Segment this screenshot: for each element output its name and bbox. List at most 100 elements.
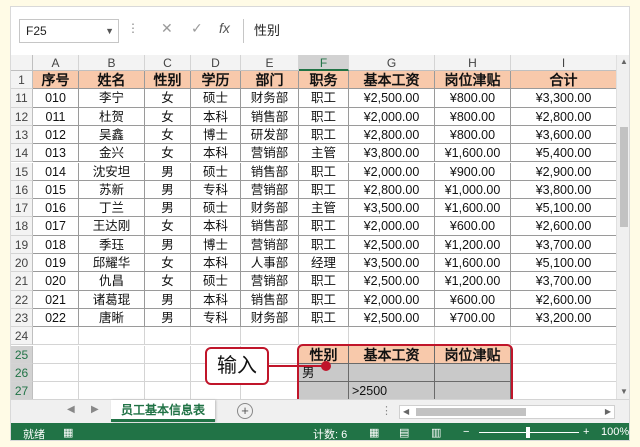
table-cell[interactable]: 财务部 <box>241 199 299 218</box>
column-header-h[interactable]: H <box>435 55 511 71</box>
prev-sheet-icon[interactable]: ◀ <box>67 404 75 415</box>
empty-cell[interactable] <box>191 327 241 346</box>
zoom-slider-knob[interactable] <box>526 427 530 438</box>
table-cell[interactable]: 硕士 <box>191 272 241 291</box>
row-header-1[interactable]: 1 <box>11 71 33 90</box>
table-cell[interactable]: 职工 <box>299 180 349 200</box>
row-header-20[interactable]: 20 <box>11 254 33 273</box>
table-cell[interactable]: 销售部 <box>241 217 299 236</box>
table-cell[interactable]: 职工 <box>299 308 349 328</box>
table-cell[interactable]: 男 <box>145 290 191 309</box>
table-cell[interactable]: ¥3,500.00 <box>349 199 435 218</box>
table-cell[interactable]: ¥2,800.00 <box>511 107 617 126</box>
empty-cell[interactable] <box>33 327 79 346</box>
zoom-level[interactable]: 100% <box>601 426 629 438</box>
table-cell[interactable]: 杜贺 <box>79 107 145 126</box>
table-cell[interactable]: 职工 <box>299 217 349 236</box>
header-cell[interactable]: 性别 <box>145 71 191 90</box>
table-cell[interactable]: 经理 <box>299 254 349 273</box>
table-cell[interactable]: 金兴 <box>79 144 145 163</box>
table-cell[interactable]: 邱耀华 <box>79 254 145 273</box>
table-cell[interactable]: 苏新 <box>79 180 145 200</box>
table-cell[interactable]: ¥2,500.00 <box>349 272 435 291</box>
table-cell[interactable]: 职工 <box>299 89 349 108</box>
table-cell[interactable]: 丁兰 <box>79 199 145 218</box>
table-cell[interactable]: 本科 <box>191 254 241 273</box>
table-cell[interactable]: ¥2,900.00 <box>511 162 617 181</box>
table-cell[interactable]: ¥2,600.00 <box>511 217 617 236</box>
table-cell[interactable]: ¥2,000.00 <box>349 217 435 236</box>
table-cell[interactable]: 本科 <box>191 144 241 163</box>
table-cell[interactable]: 本科 <box>191 217 241 236</box>
column-header-a[interactable]: A <box>33 55 79 71</box>
table-cell[interactable]: ¥1,200.00 <box>435 272 511 291</box>
table-cell[interactable]: 男 <box>145 180 191 200</box>
select-all-corner[interactable] <box>11 55 33 71</box>
chevron-down-icon[interactable]: ▼ <box>105 20 114 42</box>
table-cell[interactable]: 本科 <box>191 290 241 309</box>
horizontal-scrollbar[interactable]: ◀ ▶ <box>399 405 615 419</box>
table-cell[interactable]: 硕士 <box>191 89 241 108</box>
table-cell[interactable]: ¥2,600.00 <box>511 290 617 309</box>
table-cell[interactable]: ¥3,700.00 <box>511 272 617 291</box>
table-cell[interactable]: ¥600.00 <box>435 290 511 309</box>
table-cell[interactable]: 女 <box>145 107 191 126</box>
table-cell[interactable]: ¥5,100.00 <box>511 254 617 273</box>
table-cell[interactable]: 013 <box>33 144 79 163</box>
scroll-down-icon[interactable]: ▼ <box>617 385 629 399</box>
table-cell[interactable]: 015 <box>33 180 79 200</box>
table-cell[interactable]: ¥1,600.00 <box>435 254 511 273</box>
table-cell[interactable]: 018 <box>33 235 79 254</box>
row-header-18[interactable]: 18 <box>11 217 33 236</box>
table-cell[interactable]: 021 <box>33 290 79 309</box>
table-cell[interactable]: 沈安坦 <box>79 162 145 181</box>
header-cell[interactable]: 学历 <box>191 71 241 90</box>
table-cell[interactable]: 研发部 <box>241 125 299 145</box>
row-header-16[interactable]: 16 <box>11 180 33 200</box>
table-cell[interactable]: 职工 <box>299 290 349 309</box>
insert-function-icon[interactable]: fx <box>219 20 230 36</box>
header-cell[interactable]: 合计 <box>511 71 617 90</box>
header-cell[interactable]: 职务 <box>299 71 349 90</box>
table-cell[interactable]: 硕士 <box>191 199 241 218</box>
table-cell[interactable]: 销售部 <box>241 107 299 126</box>
table-cell[interactable]: 019 <box>33 254 79 273</box>
table-cell[interactable]: 020 <box>33 272 79 291</box>
sheet-tab-employee-info[interactable]: 员工基本信息表 <box>111 400 215 422</box>
zoom-in-icon[interactable]: + <box>583 426 589 438</box>
empty-cell[interactable] <box>511 327 617 346</box>
scroll-left-icon[interactable]: ◀ <box>403 406 409 418</box>
table-cell[interactable]: 男 <box>145 308 191 328</box>
table-cell[interactable]: ¥3,200.00 <box>511 308 617 328</box>
table-cell[interactable]: ¥900.00 <box>435 162 511 181</box>
table-cell[interactable]: 男 <box>145 235 191 254</box>
table-cell[interactable]: 财务部 <box>241 89 299 108</box>
table-cell[interactable]: 主管 <box>299 199 349 218</box>
table-cell[interactable]: 女 <box>145 217 191 236</box>
empty-cell[interactable] <box>349 327 435 346</box>
formula-input[interactable]: 性别 <box>243 19 627 43</box>
table-cell[interactable]: 财务部 <box>241 308 299 328</box>
table-cell[interactable]: ¥1,600.00 <box>435 144 511 163</box>
table-cell[interactable]: ¥2,800.00 <box>349 180 435 200</box>
column-header-b[interactable]: B <box>79 55 145 71</box>
table-cell[interactable]: 男 <box>145 199 191 218</box>
table-cell[interactable]: ¥2,000.00 <box>349 162 435 181</box>
page-break-view-icon[interactable]: ▥ <box>431 426 441 439</box>
table-cell[interactable]: 职工 <box>299 125 349 145</box>
scroll-right-icon[interactable]: ▶ <box>605 406 611 418</box>
table-cell[interactable]: ¥800.00 <box>435 125 511 145</box>
empty-cell[interactable] <box>33 345 79 364</box>
table-cell[interactable]: ¥3,800.00 <box>349 144 435 163</box>
empty-cell[interactable] <box>299 327 349 346</box>
table-cell[interactable]: 营销部 <box>241 235 299 254</box>
row-header-23[interactable]: 23 <box>11 308 33 328</box>
table-cell[interactable]: 仇昌 <box>79 272 145 291</box>
table-cell[interactable]: 022 <box>33 308 79 328</box>
table-cell[interactable]: ¥3,700.00 <box>511 235 617 254</box>
table-cell[interactable]: ¥2,500.00 <box>349 235 435 254</box>
table-cell[interactable]: ¥1,000.00 <box>435 180 511 200</box>
table-cell[interactable]: 销售部 <box>241 162 299 181</box>
table-cell[interactable]: ¥2,000.00 <box>349 107 435 126</box>
empty-cell[interactable] <box>511 382 617 401</box>
